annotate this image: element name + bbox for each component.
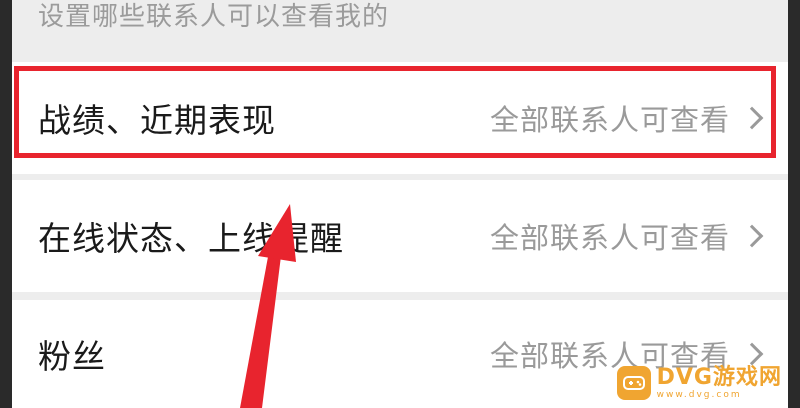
setting-value: 全部联系人可查看 [489, 103, 730, 137]
left-edge [0, 0, 12, 408]
setting-label: 在线状态、上线提醒 [38, 219, 344, 258]
setting-row-fans[interactable]: 粉丝 全部联系人可查看 [12, 300, 788, 408]
chevron-right-icon [740, 106, 764, 130]
setting-label: 战绩、近期表现 [38, 101, 276, 140]
right-edge [788, 0, 800, 408]
setting-row-record[interactable]: 战绩、近期表现 全部联系人可查看 [12, 62, 788, 174]
chevron-right-icon [740, 224, 764, 248]
setting-row-online-status[interactable]: 在线状态、上线提醒 全部联系人可查看 [12, 180, 788, 292]
section-caption: 设置哪些联系人可以查看我的 [38, 2, 390, 32]
setting-label: 粉丝 [38, 337, 106, 376]
setting-value: 全部联系人可查看 [489, 221, 730, 255]
setting-value: 全部联系人可查看 [489, 339, 730, 373]
chevron-right-icon [740, 342, 764, 366]
